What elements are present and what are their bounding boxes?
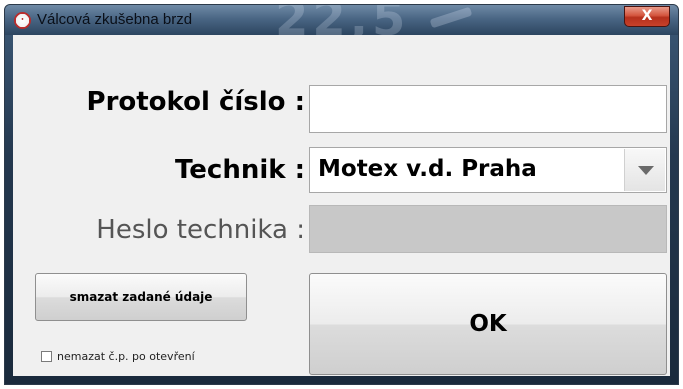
close-button[interactable]: X	[624, 6, 670, 27]
protokol-label: Protokol číslo :	[86, 87, 305, 117]
ok-button[interactable]: OK	[309, 273, 667, 375]
nemazat-checkbox-label: nemazat č.p. po otevření	[57, 350, 195, 363]
chevron-down-icon[interactable]	[624, 149, 665, 191]
technik-label: Technik :	[175, 155, 305, 185]
heslo-input[interactable]	[309, 205, 667, 253]
app-logo-icon[interactable]: •	[14, 12, 31, 29]
title-bar[interactable]: 22,5 • Válcová zkušebna brzd X	[5, 5, 678, 35]
heslo-label: Heslo technika :	[96, 215, 305, 245]
title-background-dash	[429, 6, 473, 29]
nemazat-checkbox-row[interactable]: nemazat č.p. po otevření	[41, 350, 195, 363]
technik-selected-value: Motex v.d. Praha	[318, 156, 537, 182]
checkbox-icon[interactable]	[41, 351, 52, 362]
app-window: 22,5 • Válcová zkušebna brzd X Protokol …	[4, 4, 679, 385]
protokol-input[interactable]	[309, 85, 667, 133]
dialog-client-area: Protokol číslo : Technik : Motex v.d. Pr…	[13, 35, 670, 376]
window-title: Válcová zkušebna brzd	[37, 11, 193, 28]
technik-select[interactable]: Motex v.d. Praha	[309, 147, 667, 193]
close-icon: X	[641, 8, 653, 24]
clear-button[interactable]: smazat zadané údaje	[35, 273, 247, 321]
title-background-number: 22,5	[275, 5, 410, 35]
